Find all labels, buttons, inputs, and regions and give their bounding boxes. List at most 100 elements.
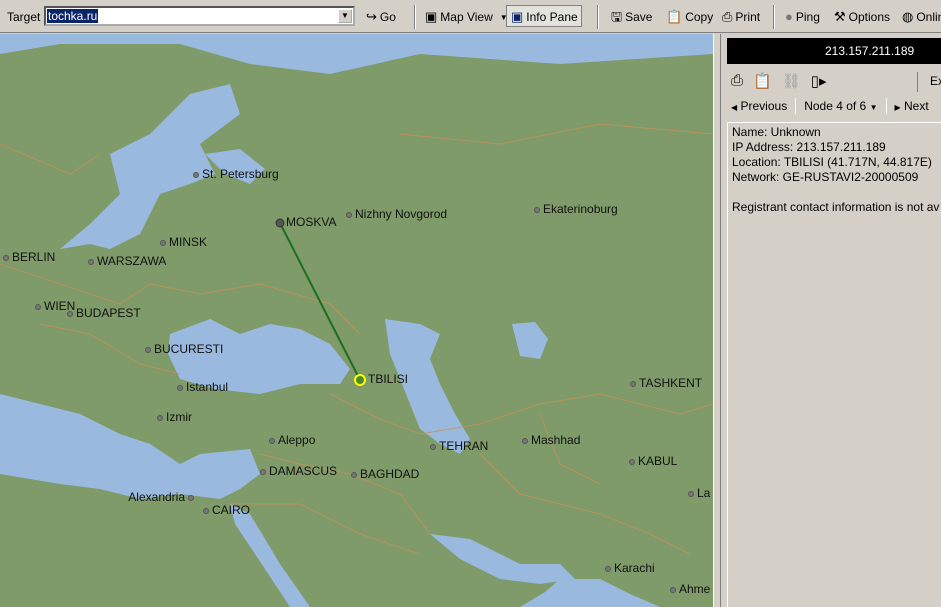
node-info-text: Name: Unknown IP Address: 213.157.211.18…: [727, 122, 941, 607]
city-label: St. Petersburg: [202, 167, 279, 181]
city-dot: [203, 508, 209, 514]
node-label: Node 4 of 6: [804, 99, 867, 113]
print-label: Print: [735, 10, 761, 24]
copy-icon[interactable]: 📋: [753, 72, 772, 90]
city-label: MOSKVA: [286, 215, 337, 229]
target-value: tochka.ru: [47, 9, 99, 23]
ping-button[interactable]: ● Ping: [785, 8, 820, 26]
aral-sea: [512, 322, 548, 359]
globe-icon: ◍: [902, 9, 914, 24]
city-label: Ekaterinoburg: [543, 202, 618, 216]
target-label: Target: [7, 10, 41, 24]
city-label: KABUL: [638, 454, 678, 468]
previous-button[interactable]: ◀ Previous: [731, 99, 787, 113]
city-dot: [157, 415, 163, 421]
city-dot: [35, 304, 41, 310]
ping-icon: ●: [785, 9, 793, 24]
info-location: Location: TBILISI (41.717N, 44.817E): [732, 155, 932, 169]
city-dot: [145, 347, 151, 353]
target-input[interactable]: tochka.ru ▼: [44, 6, 355, 26]
map-geography: [0, 34, 713, 607]
city-dot: [534, 207, 540, 213]
save-label: Save: [625, 10, 653, 24]
floppy-icon: 🖫: [611, 9, 623, 24]
city-label: BERLIN: [12, 250, 56, 264]
city-label: BUDAPEST: [76, 306, 141, 320]
city-label: WARSZAWA: [97, 254, 167, 268]
clipboard-icon: 📋: [666, 9, 683, 24]
map-view[interactable]: St. Petersburg MOSKVA Nizhny Novgorod Ekate…: [0, 34, 713, 607]
city-label: MINSK: [169, 235, 208, 249]
city-label: La: [697, 486, 711, 500]
city-dot: [3, 255, 9, 261]
city-label: Alexandria: [128, 490, 185, 504]
go-label: Go: [379, 10, 396, 24]
toolbar: Target tochka.ru ▼ ↪ Go ▣ Map View ▼ ▣ Info P…: [0, 0, 941, 33]
ping-label: Ping: [795, 10, 820, 24]
city-dot: [67, 311, 73, 317]
city-dot: [88, 259, 94, 265]
go-arrow-icon: ↪: [366, 9, 377, 24]
tbilisi-node-marker: [354, 374, 366, 386]
city-dot: [688, 491, 694, 497]
city-dot: [160, 240, 166, 246]
info-pane-label: Info Pane: [526, 10, 578, 24]
right-arrow-icon: ▶: [894, 103, 901, 112]
moskva-node-marker: [275, 218, 285, 228]
pane-splitter[interactable]: [713, 34, 721, 607]
city-label: DAMASCUS: [269, 464, 338, 478]
city-label: Mashhad: [531, 433, 581, 447]
copy-button[interactable]: 📋 Copy: [666, 8, 713, 26]
info-pane: 213.157.211.189 ⎙ 📋 ⛓ ▯▸ Ex ◀ Previous N…: [721, 34, 941, 607]
export-button[interactable]: Ex: [917, 72, 941, 92]
info-blank: [732, 185, 941, 200]
map-view-button[interactable]: ▣ Map View ▼: [425, 8, 508, 26]
printer-icon: ⎙: [722, 9, 733, 24]
window-icon: ▣: [511, 9, 524, 24]
mediterranean-sea: [0, 394, 260, 499]
options-button[interactable]: ⚒ Options: [834, 8, 890, 26]
info-pane-button[interactable]: ▣ Info Pane: [511, 8, 578, 26]
city-dot: [193, 172, 199, 178]
city-dot: [430, 444, 436, 450]
node-selector[interactable]: Node 4 of 6 ▼: [804, 99, 877, 113]
node-navigation: ◀ Previous Node 4 of 6 ▼ ▶ Next: [731, 98, 929, 114]
save-button[interactable]: 🖫 Save: [611, 8, 652, 26]
next-button[interactable]: ▶ Next: [895, 99, 929, 113]
city-label: TEHRAN: [439, 439, 489, 453]
print-button[interactable]: ⎙ Print: [722, 8, 760, 26]
options-label: Options: [848, 10, 891, 24]
info-ip: IP Address: 213.157.211.189: [732, 140, 886, 154]
arctic-ocean: [0, 34, 713, 74]
city-dot: [260, 469, 266, 475]
city-label: Ahme: [679, 582, 711, 596]
city-dot: [605, 566, 611, 572]
map-icon: ▣: [425, 9, 438, 24]
left-arrow-icon: ◀: [731, 103, 738, 112]
caspian-sea: [385, 319, 470, 454]
city-label: Aleppo: [278, 433, 316, 447]
info-pane-toolbar: ⎙ 📋 ⛓ ▯▸: [731, 72, 827, 90]
online-button[interactable]: ◍Onlin: [902, 8, 941, 26]
print-icon[interactable]: ⎙: [731, 72, 743, 90]
next-label: Next: [904, 99, 929, 113]
chevron-down-icon: ▼: [869, 103, 878, 112]
city-label: Karachi: [614, 561, 655, 575]
go-button[interactable]: ↪ Go: [366, 8, 396, 26]
city-dot: [177, 385, 183, 391]
online-label: Onlin: [916, 10, 941, 24]
city-dot: [269, 438, 275, 444]
city-label: TBILISI: [368, 372, 409, 386]
copy-label: Copy: [685, 10, 714, 24]
dropdown-arrow-icon[interactable]: ▼: [338, 9, 352, 23]
city-dot: [629, 459, 635, 465]
city-label: Izmir: [166, 410, 192, 424]
ip-header: 213.157.211.189: [727, 38, 941, 64]
city-dot: [188, 495, 194, 501]
info-name: Name: Unknown: [732, 125, 821, 139]
link-icon[interactable]: ⛓: [782, 72, 801, 90]
door-exit-icon[interactable]: ▯▸: [811, 72, 827, 90]
info-network: Network: GE-RUSTAVI2-20000509: [732, 170, 919, 184]
city-label: CAIRO: [212, 503, 251, 517]
city-dot: [630, 381, 636, 387]
